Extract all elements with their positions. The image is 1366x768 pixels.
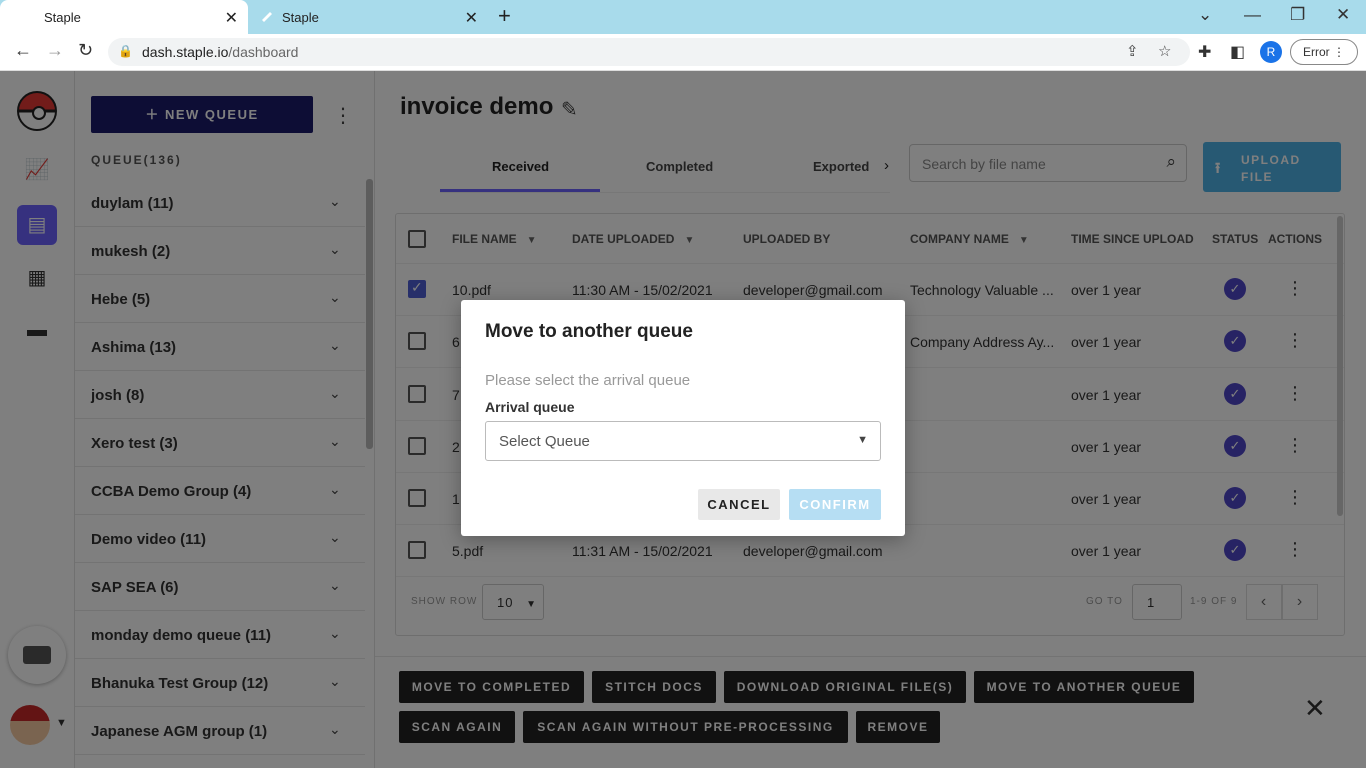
cancel-button[interactable]: CANCEL <box>698 489 780 520</box>
extensions-puzzle-icon[interactable]: ✚ <box>1198 42 1211 62</box>
select-value: Select Queue <box>499 433 590 450</box>
staple-favicon-icon <box>262 12 272 22</box>
browser-tab-staple-active[interactable]: Staple ✕ <box>0 0 248 34</box>
move-queue-dialog: Move to another queue Please select the … <box>461 300 905 536</box>
close-tab-icon[interactable]: ✕ <box>465 8 478 28</box>
dialog-subtitle: Please select the arrival queue <box>485 372 691 389</box>
side-panel-icon[interactable]: ◧ <box>1230 42 1245 62</box>
profile-avatar[interactable]: R <box>1260 41 1282 63</box>
url-text: dash.staple.io/dashboard <box>142 44 299 60</box>
close-window-icon[interactable]: ✕ <box>1336 5 1350 25</box>
error-button[interactable]: Error ⋮ <box>1290 39 1358 65</box>
reload-icon[interactable]: ↻ <box>78 40 93 61</box>
browser-tab-staple[interactable]: Staple ✕ <box>252 0 488 34</box>
back-icon[interactable]: ← <box>14 40 32 61</box>
new-tab-icon[interactable]: + <box>498 5 511 27</box>
arrival-queue-select[interactable]: Select Queue ▼ <box>485 421 881 461</box>
tab-title: Staple <box>282 9 319 25</box>
lock-icon: 🔒 <box>118 44 133 58</box>
confirm-button[interactable]: CONFIRM <box>789 489 881 520</box>
close-tab-icon[interactable]: ✕ <box>225 8 238 28</box>
dialog-title: Move to another queue <box>485 321 693 342</box>
browser-tabbar: Staple ✕ Staple ✕ + ⌄ — ❐ ✕ <box>0 0 1366 34</box>
bookmark-star-icon[interactable]: ☆ <box>1158 42 1171 60</box>
omnibox[interactable]: 🔒 dash.staple.io/dashboard ⇪ ☆ <box>108 38 1190 66</box>
restore-icon[interactable]: ❐ <box>1290 5 1305 25</box>
forward-icon[interactable]: → <box>46 40 64 61</box>
tab-search-chevron-icon[interactable]: ⌄ <box>1198 5 1212 25</box>
arrival-queue-label: Arrival queue <box>485 399 575 415</box>
tab-title: Staple <box>44 9 81 25</box>
address-bar-row: ← → ↻ 🔒 dash.staple.io/dashboard ⇪ ☆ ✚ ◧ <box>0 34 1366 71</box>
caret-down-icon: ▼ <box>857 434 868 446</box>
minimize-icon[interactable]: — <box>1244 5 1261 25</box>
share-icon[interactable]: ⇪ <box>1126 42 1139 60</box>
